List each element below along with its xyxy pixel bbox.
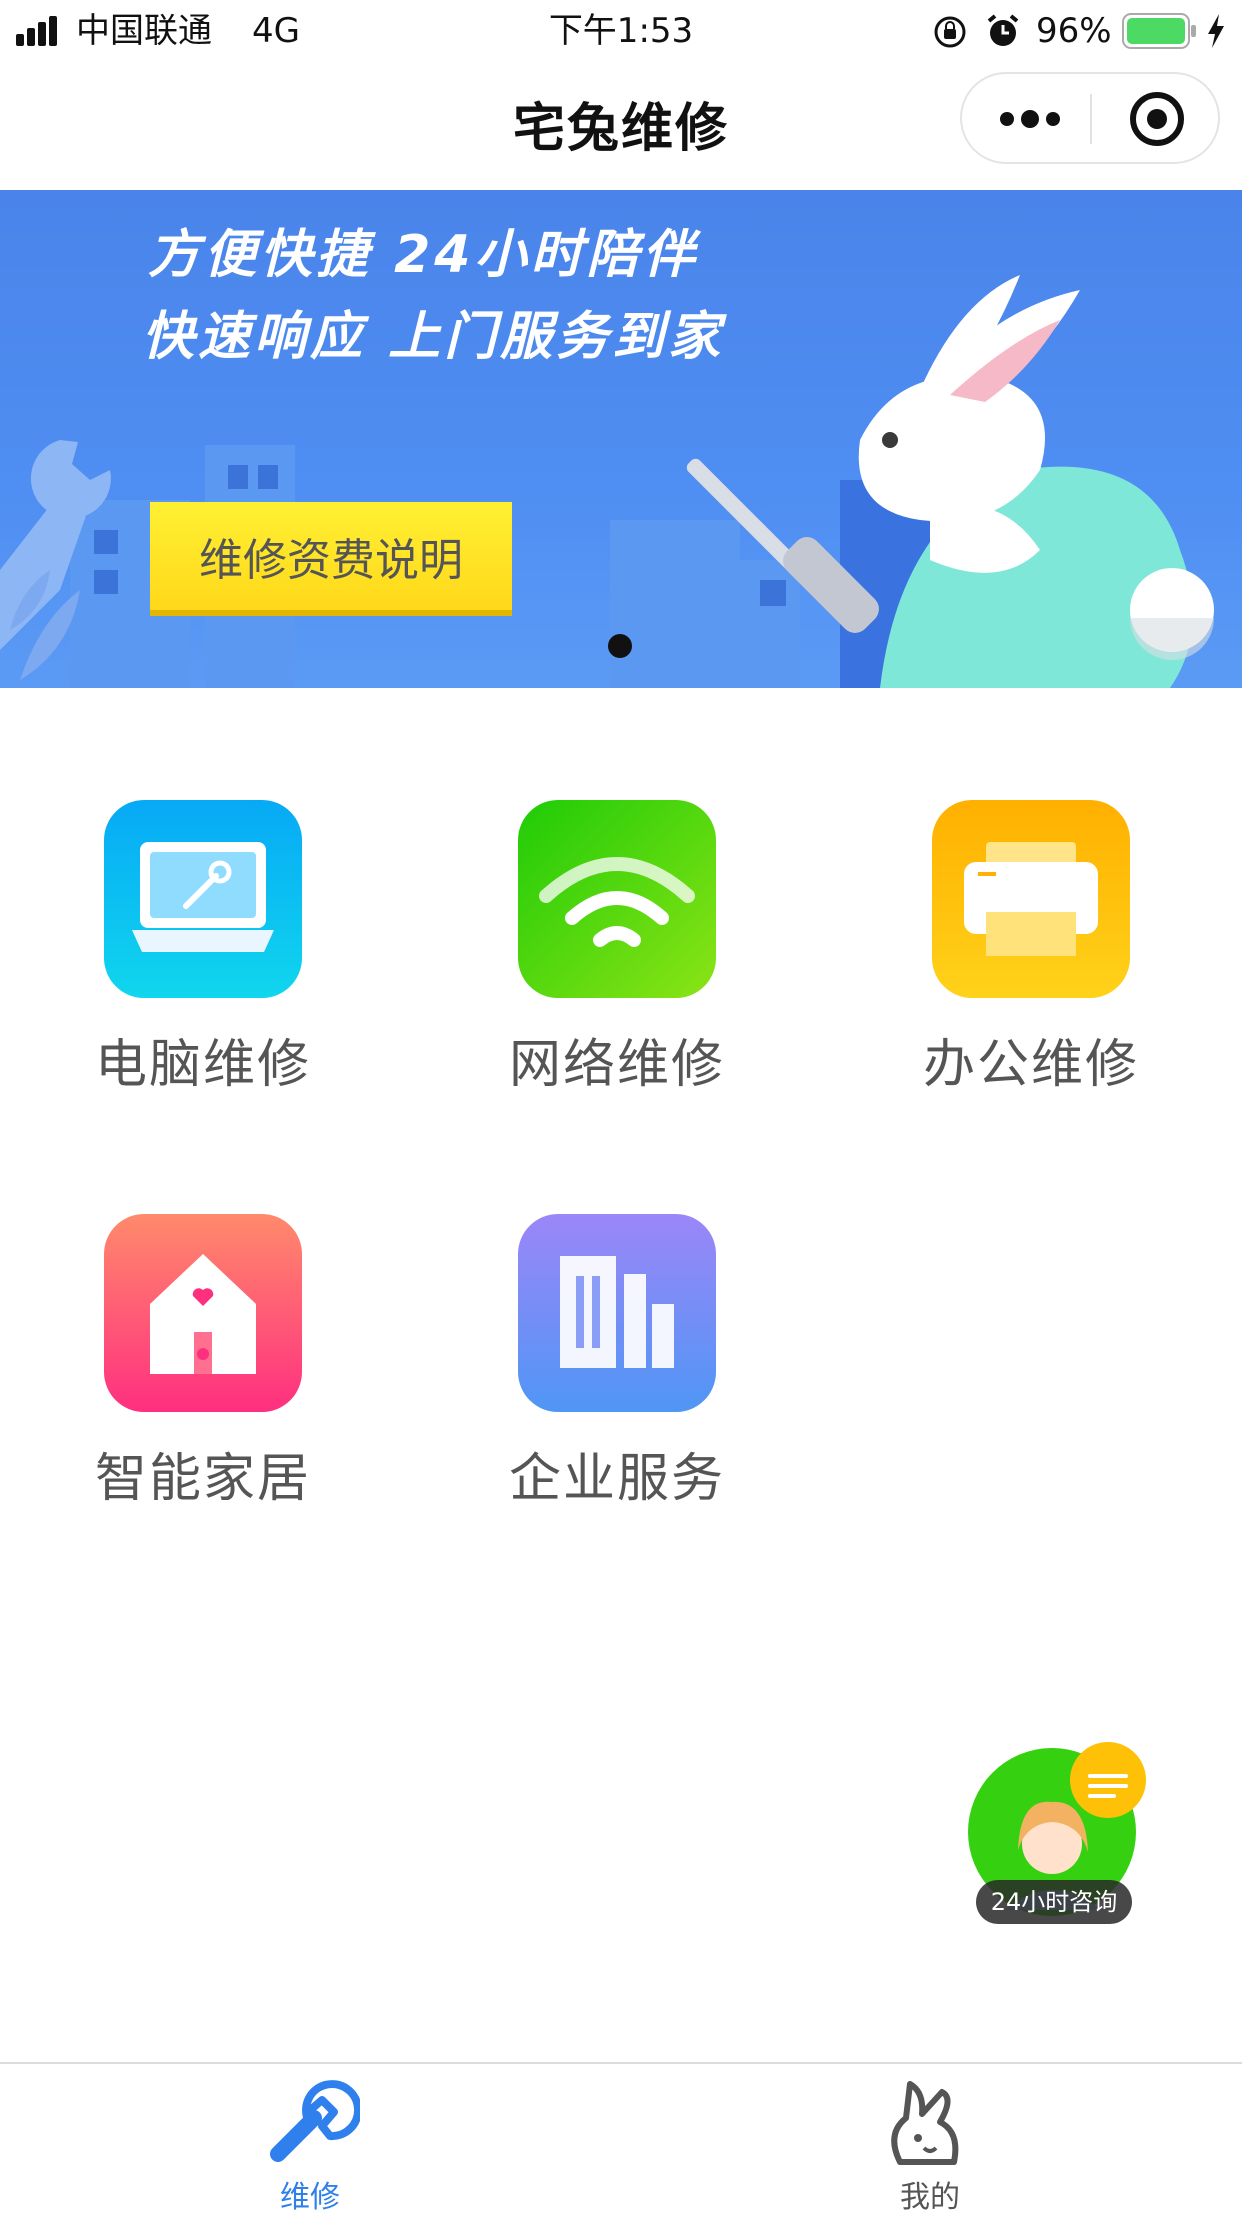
pricing-info-button[interactable]: 维修资费说明: [150, 502, 512, 610]
miniprogram-capsule: [960, 72, 1220, 164]
wrench-icon: [270, 2080, 360, 2162]
service-label: 智能家居: [94, 1449, 311, 1509]
rabbit-icon: [891, 2081, 959, 2165]
service-smart-home[interactable]: 智能家居: [95, 1214, 434, 1514]
printer-icon: [932, 800, 1130, 998]
enterprise-building-icon: [518, 1214, 716, 1412]
service-label: 电脑维修: [94, 1035, 311, 1095]
service-label: 网络维修: [508, 1035, 725, 1095]
service-enterprise[interactable]: 企业服务: [509, 1214, 848, 1514]
close-miniprogram-icon[interactable]: [1128, 90, 1186, 148]
tab-label: 我的: [900, 2180, 960, 2215]
service-label: 办公维修: [922, 1035, 1139, 1095]
tab-repair[interactable]: 维修: [160, 2064, 460, 2215]
smart-home-icon: [104, 1214, 302, 1412]
banner-carousel[interactable]: 方便快捷 24小时陪伴 快速响应 上门服务到家 维修资费说明: [0, 190, 1242, 688]
wifi-icon: [518, 800, 716, 998]
tab-label: 维修: [280, 2180, 340, 2215]
banner-headline-2: 快速响应 上门服务到家: [142, 307, 725, 367]
tab-mine[interactable]: 我的: [780, 2064, 1080, 2215]
carousel-indicator[interactable]: [608, 634, 632, 658]
nav-bar: 宅兔维修: [0, 62, 1242, 190]
more-icon[interactable]: [998, 104, 1062, 134]
battery-percent: 96%: [1036, 11, 1112, 51]
status-bar: 中国联通 4G 下午1:53 96%: [0, 0, 1242, 62]
tab-bar: 维修 我的: [0, 2062, 1242, 2215]
rotation-lock-icon: [934, 16, 966, 48]
charging-icon: [1208, 14, 1224, 48]
laptop-repair-icon: [104, 800, 302, 998]
capsule-divider: [1090, 94, 1092, 144]
service-label: 企业服务: [508, 1449, 725, 1509]
banner-headline-1: 方便快捷 24小时陪伴: [148, 225, 699, 285]
service-computer-repair[interactable]: 电脑维修: [95, 800, 434, 1100]
service-office-repair[interactable]: 办公维修: [923, 800, 1242, 1100]
battery-icon: [1122, 13, 1196, 49]
service-network-repair[interactable]: 网络维修: [509, 800, 848, 1100]
consult-24h-button[interactable]: 24小时咨询: [960, 1740, 1160, 1930]
alarm-icon: [987, 14, 1019, 46]
consult-label: 24小时咨询: [976, 1880, 1132, 1924]
